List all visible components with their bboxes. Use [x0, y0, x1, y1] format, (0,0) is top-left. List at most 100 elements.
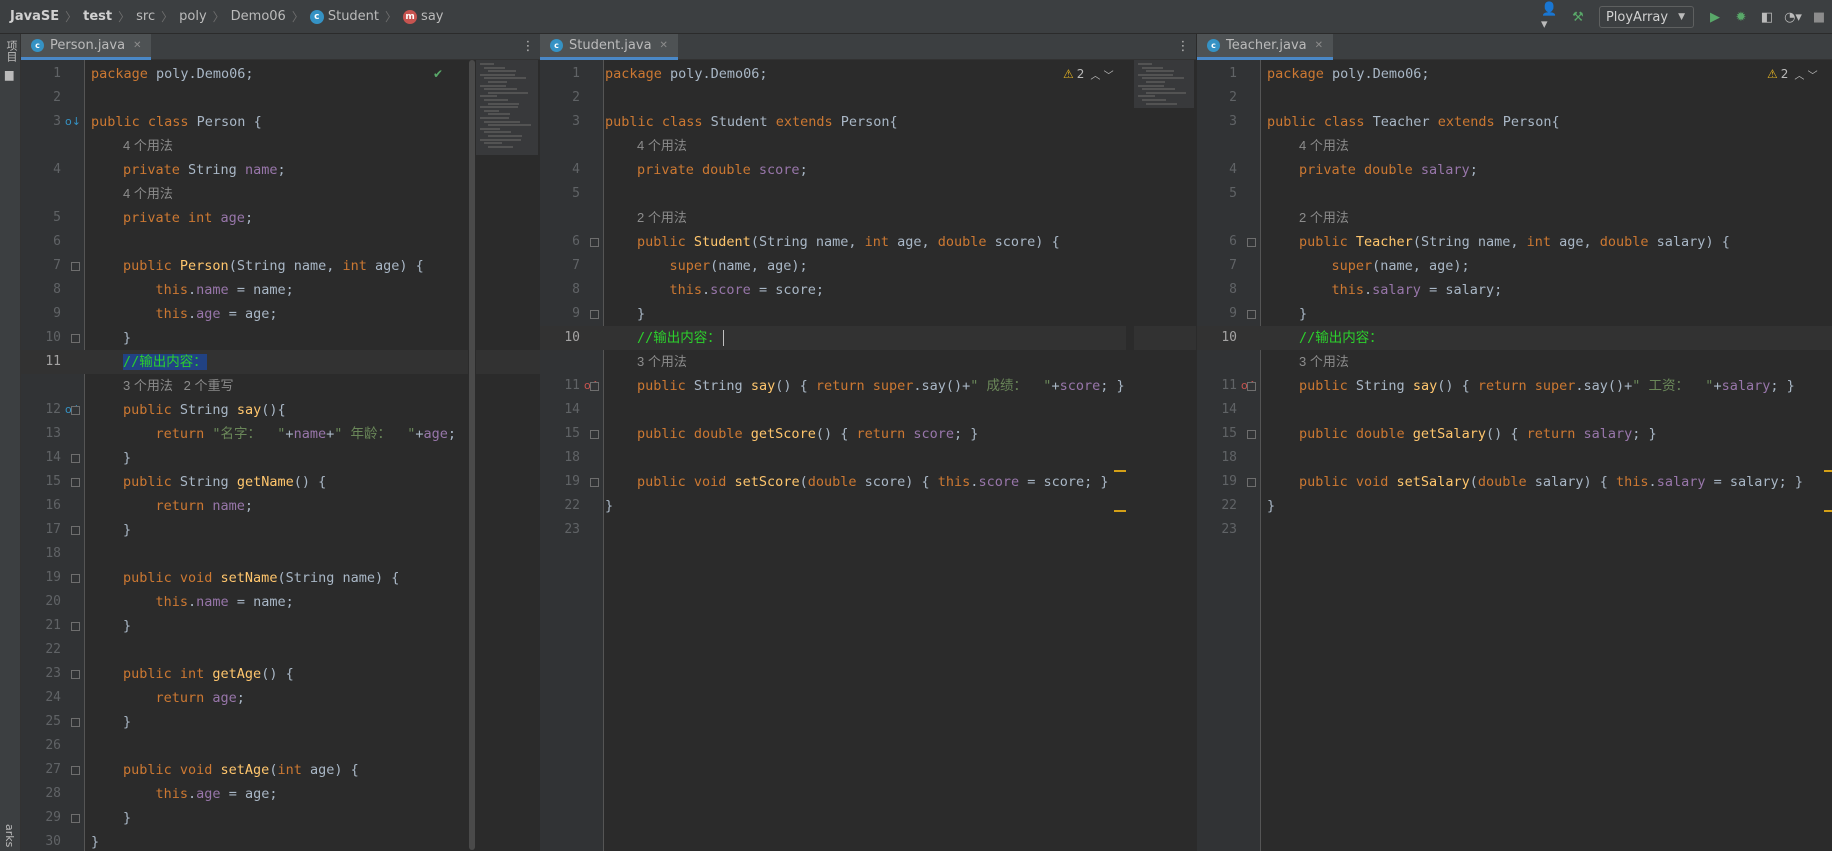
debug-icon[interactable]: ✹ [1730, 6, 1752, 28]
no-problems-check-icon[interactable]: ✔ [433, 62, 443, 86]
line-number[interactable]: 14 [1197, 398, 1237, 422]
fold-marker-icon[interactable] [71, 622, 80, 631]
line-number[interactable]: 8 [21, 278, 61, 302]
fold-marker-icon[interactable] [71, 766, 80, 775]
code-line[interactable]: private double score; [637, 158, 808, 182]
code-editor[interactable]: 1 package poly.Demo06; 2 3 public class Teac… [1197, 60, 1832, 851]
code-line[interactable]: public void setScore(double score) { thi… [637, 470, 1108, 494]
code-line[interactable]: private String name; [123, 158, 286, 182]
code-line[interactable]: return age; [123, 686, 245, 710]
line-number[interactable]: 3 [540, 110, 580, 134]
line-number[interactable]: 18 [540, 446, 580, 470]
line-number[interactable]: 28 [21, 782, 61, 806]
usages-inlay-hint[interactable]: 3 个用法 [637, 350, 687, 374]
vertical-scrollbar[interactable] [1126, 60, 1134, 851]
line-number[interactable]: 4 [1197, 158, 1237, 182]
breadcrumb-project[interactable]: JavaSE [10, 9, 59, 24]
line-number[interactable]: 8 [540, 278, 580, 302]
code-line[interactable]: } [605, 494, 613, 518]
line-number[interactable]: 7 [21, 254, 61, 278]
code-line[interactable]: } [123, 518, 131, 542]
code-line[interactable]: } [123, 446, 131, 470]
fold-marker-icon[interactable] [590, 478, 599, 487]
line-number[interactable]: 23 [1197, 518, 1237, 542]
usages-inlay-hint[interactable]: 4 个用法 [123, 134, 173, 158]
line-number[interactable]: 2 [21, 86, 61, 110]
code-line[interactable]: return name; [123, 494, 254, 518]
code-line[interactable]: public class Teacher extends Person{ [1267, 110, 1560, 134]
fold-marker-icon[interactable] [71, 454, 80, 463]
fold-marker-icon[interactable] [71, 526, 80, 535]
code-line[interactable]: } [123, 614, 131, 638]
line-number[interactable]: 2 [1197, 86, 1237, 110]
code-line[interactable]: public class Student extends Person{ [605, 110, 898, 134]
code-line[interactable]: this.age = age; [123, 782, 278, 806]
usages-inlay-hint[interactable]: 3 个用法 2 个重写 [123, 374, 234, 398]
line-number[interactable]: 15 [21, 470, 61, 494]
line-number[interactable]: 22 [1197, 494, 1237, 518]
code-line[interactable]: public String say() { return super.say()… [1299, 374, 1795, 398]
usages-inlay-hint[interactable]: 4 个用法 [637, 134, 687, 158]
code-line[interactable]: public Teacher(String name, int age, dou… [1299, 230, 1730, 254]
navigate-problems-icon[interactable]: ︿ ﹀ [1090, 67, 1113, 82]
fold-marker-icon[interactable] [590, 238, 599, 247]
code-line[interactable]: } [123, 326, 131, 350]
fold-marker-icon[interactable] [71, 814, 80, 823]
error-stripe-marker[interactable] [1824, 470, 1832, 472]
line-number[interactable]: 6 [1197, 230, 1237, 254]
line-number[interactable]: 20 [21, 590, 61, 614]
code-line[interactable]: } [1299, 302, 1307, 326]
breadcrumb-module[interactable]: test [83, 9, 112, 24]
line-number[interactable]: 22 [540, 494, 580, 518]
line-number[interactable]: 30 [21, 830, 61, 851]
vertical-scrollbar[interactable] [468, 60, 476, 851]
line-number[interactable]: 7 [540, 254, 580, 278]
line-number[interactable]: 17 [21, 518, 61, 542]
breadcrumb-package-poly[interactable]: poly [179, 9, 207, 24]
code-line[interactable]: super(name, age); [637, 254, 808, 278]
code-line[interactable]: } [123, 806, 131, 830]
code-line[interactable]: } [91, 830, 99, 851]
line-number[interactable]: 29 [21, 806, 61, 830]
line-number[interactable]: 11 [1197, 374, 1237, 398]
line-number[interactable]: 15 [540, 422, 580, 446]
fold-marker-icon[interactable] [1247, 238, 1256, 247]
code-minimap[interactable] [476, 60, 538, 155]
line-number[interactable]: 14 [21, 446, 61, 470]
fold-marker-icon[interactable] [1247, 430, 1256, 439]
line-number[interactable]: 11 [21, 350, 61, 374]
code-line[interactable]: package poly.Demo06; [91, 62, 254, 86]
fold-marker-icon[interactable] [71, 478, 80, 487]
tab-person-java[interactable]: c Person.java ✕ [21, 34, 152, 60]
close-icon[interactable]: ✕ [133, 40, 141, 51]
line-number[interactable]: 16 [21, 494, 61, 518]
line-number[interactable]: 23 [540, 518, 580, 542]
code-line[interactable]: //输出内容： [1299, 326, 1383, 350]
inspection-widget[interactable]: ⚠ 2 ︿ ﹀ [1767, 62, 1818, 86]
close-icon[interactable]: ✕ [660, 40, 668, 51]
line-number[interactable]: 18 [21, 542, 61, 566]
code-line[interactable]: super(name, age); [1299, 254, 1470, 278]
line-number[interactable]: 5 [1197, 182, 1237, 206]
usages-inlay-hint[interactable]: 4 个用法 [123, 182, 173, 206]
line-number[interactable]: 9 [1197, 302, 1237, 326]
code-line[interactable]: this.age = age; [123, 302, 278, 326]
code-line[interactable]: public void setSalary(double salary) { t… [1299, 470, 1803, 494]
fold-marker-icon[interactable] [1247, 310, 1256, 319]
line-number[interactable]: 24 [21, 686, 61, 710]
error-stripe-marker[interactable] [1114, 510, 1126, 512]
line-number[interactable]: 7 [1197, 254, 1237, 278]
line-number[interactable]: 5 [540, 182, 580, 206]
line-number[interactable]: 11 [540, 374, 580, 398]
code-line[interactable]: private int age; [123, 206, 253, 230]
run-icon[interactable]: ▶ [1704, 6, 1726, 28]
code-line[interactable]: return "名字： "+name+" 年龄： "+age; [123, 422, 457, 446]
usages-inlay-hint[interactable]: 2 个用法 [637, 206, 687, 230]
code-line[interactable]: public Person(String name, int age) { [123, 254, 424, 278]
line-number[interactable]: 15 [1197, 422, 1237, 446]
breadcrumb-src[interactable]: src [136, 9, 155, 24]
tab-teacher-java[interactable]: c Teacher.java ✕ [1197, 34, 1333, 60]
line-number[interactable]: 4 [540, 158, 580, 182]
code-line[interactable]: public Student(String name, int age, dou… [637, 230, 1060, 254]
code-line[interactable]: public String getName() { [123, 470, 326, 494]
